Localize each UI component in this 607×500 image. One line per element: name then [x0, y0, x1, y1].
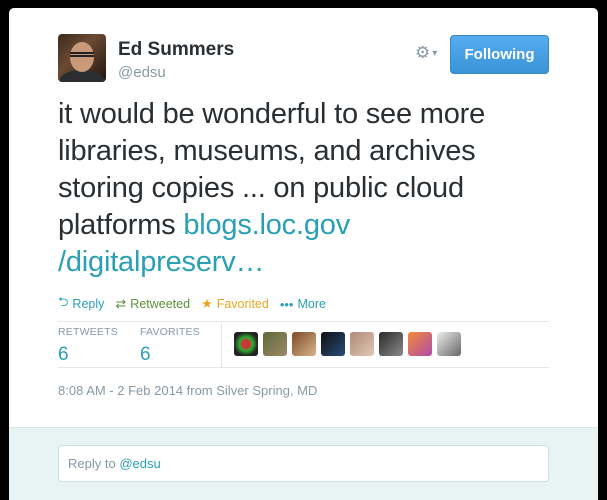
- author-handle[interactable]: @edsu: [118, 64, 166, 81]
- favorites-stat[interactable]: FAVORITES 6: [140, 326, 200, 366]
- reply-mention: @edsu: [119, 456, 161, 471]
- stats-separator: [221, 323, 222, 367]
- retweets-count[interactable]: 6: [58, 344, 118, 366]
- retweet-icon: ⇄: [115, 296, 127, 311]
- avatar[interactable]: [292, 332, 316, 356]
- reply-placeholder: Reply to: [68, 456, 120, 471]
- chevron-down-icon: ▾: [432, 47, 438, 59]
- favoriters-avatars: [234, 332, 461, 356]
- avatar[interactable]: [379, 332, 403, 356]
- following-button[interactable]: Following: [450, 35, 549, 74]
- favorite-button[interactable]: ★ Favorited: [201, 293, 269, 315]
- more-button[interactable]: ••• More: [280, 293, 326, 315]
- tweet-text: it would be wonderful to see more librar…: [58, 96, 558, 281]
- favorites-count[interactable]: 6: [140, 344, 200, 366]
- avatar[interactable]: [234, 332, 258, 356]
- author-name[interactable]: Ed Summers: [118, 39, 234, 61]
- avatar[interactable]: [321, 332, 345, 356]
- reply-input[interactable]: Reply to @edsu: [58, 445, 549, 482]
- favorites-label: FAVORITES: [140, 326, 200, 338]
- avatar[interactable]: [408, 332, 432, 356]
- retweets-label: RETWEETS: [58, 326, 118, 338]
- avatar[interactable]: [437, 332, 461, 356]
- tweet-card: Ed Summers @edsu ⚙ ▾ Following it would b…: [9, 8, 598, 500]
- reply-icon: ⮌: [58, 294, 69, 309]
- avatar[interactable]: [263, 332, 287, 356]
- tweet-actions: ⮌ Reply ⇄ Retweeted ★ Favorited ••• More: [58, 293, 326, 315]
- star-icon: ★: [201, 296, 213, 311]
- gear-icon[interactable]: ⚙ ▾: [415, 42, 445, 64]
- reply-button[interactable]: ⮌ Reply: [58, 293, 104, 315]
- divider: [58, 321, 549, 322]
- retweet-button[interactable]: ⇄ Retweeted: [115, 293, 190, 315]
- retweets-stat[interactable]: RETWEETS 6: [58, 326, 118, 366]
- avatar[interactable]: [350, 332, 374, 356]
- more-icon: •••: [279, 296, 294, 312]
- reply-area: Reply to @edsu: [9, 427, 598, 500]
- author-avatar[interactable]: [58, 34, 106, 82]
- tweet-timestamp[interactable]: 8:08 AM - 2 Feb 2014 from Silver Spring,…: [58, 383, 317, 398]
- divider: [58, 367, 549, 368]
